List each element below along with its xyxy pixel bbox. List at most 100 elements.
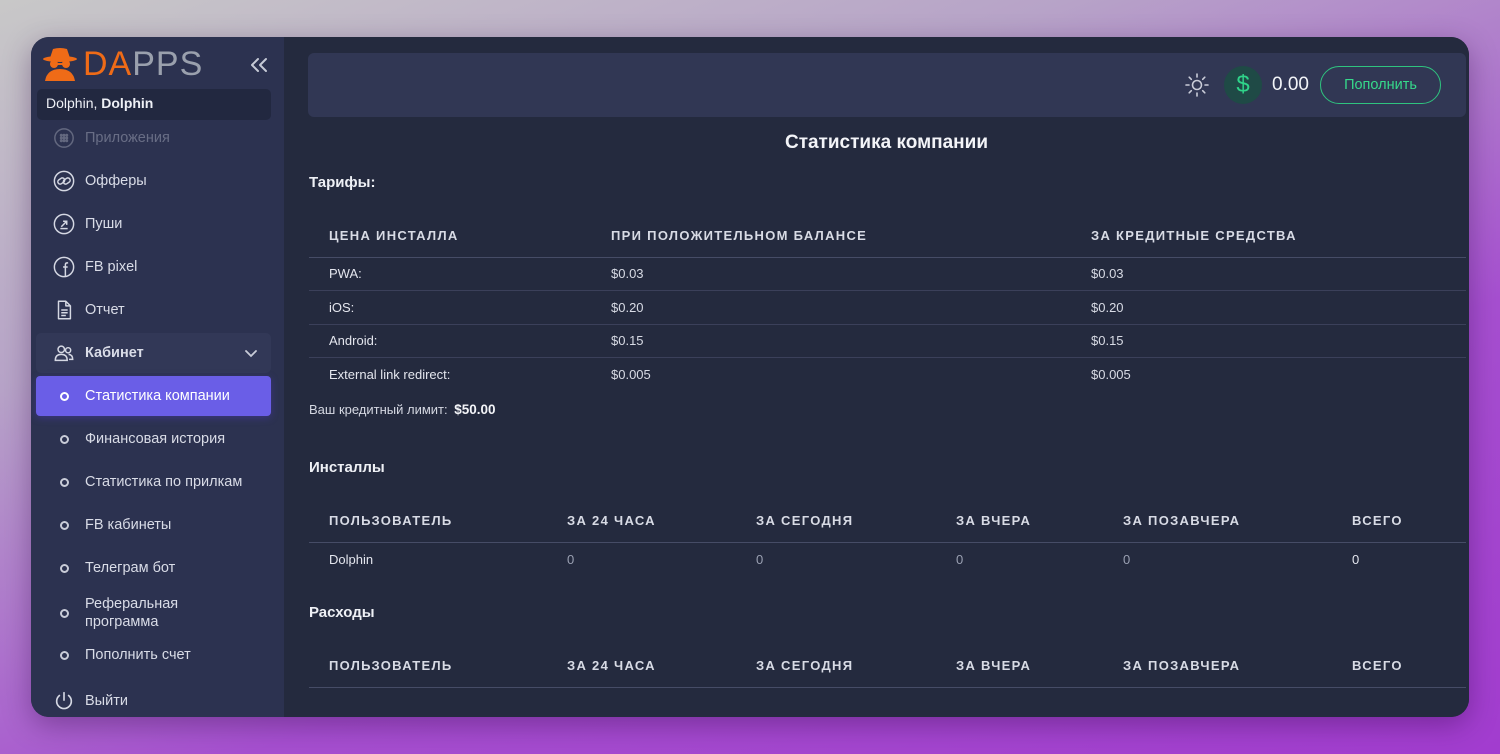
main-content: $ 0.00 Пополнить Статистика компании Тар…	[284, 37, 1469, 717]
column-header: За 24 часа	[547, 645, 736, 688]
sidebar-subitem-label: Статистика по прилкам	[85, 474, 243, 490]
sidebar-subitem-label: FB кабинеты	[85, 517, 172, 533]
column-header: За сегодня	[736, 500, 936, 543]
table-header-row: Пользователь За 24 часа За сегодня За вч…	[309, 500, 1466, 543]
table-cell: $0.005	[611, 367, 651, 382]
sidebar-item-label: Кабинет	[85, 345, 144, 361]
sidebar-subitem-label: Телеграм бот	[85, 560, 176, 576]
top-bar: $ 0.00 Пополнить	[308, 53, 1466, 117]
expenses-table: Пользователь За 24 часа За сегодня За вч…	[309, 645, 1466, 688]
table-cell: iOS:	[309, 290, 591, 325]
dollar-icon: $	[1224, 66, 1262, 104]
push-icon	[52, 212, 76, 236]
column-header: Всего	[1332, 645, 1466, 688]
sidebar-subitem-label: Статистика компании	[85, 388, 230, 404]
user-account[interactable]: Dolphin, Dolphin	[37, 89, 271, 120]
bullet-icon	[60, 434, 69, 444]
sidebar-subitem-fb-cabinets[interactable]: FB кабинеты	[36, 505, 271, 545]
sun-icon[interactable]	[1184, 72, 1210, 98]
sidebar-subitem-label: Пополнить счет	[85, 647, 191, 663]
installs-table: Пользователь За 24 часа За сегодня За вч…	[309, 500, 1466, 576]
facebook-icon	[52, 255, 76, 279]
sidebar-subitem-referral[interactable]: Реферальная программа	[36, 591, 271, 635]
table-cell: 0	[956, 551, 964, 567]
logo[interactable]: DAPPS	[39, 47, 203, 81]
sidebar-subitem-apps-stats[interactable]: Статистика по прилкам	[36, 462, 271, 502]
table-cell: $0.03	[1071, 257, 1466, 291]
logo-pps: PPS	[132, 45, 204, 83]
collapse-sidebar-icon[interactable]	[247, 53, 271, 77]
table-cell: Dolphin	[329, 551, 374, 567]
table-cell: PWA:	[309, 257, 591, 291]
sidebar-item-offers[interactable]: Офферы	[36, 161, 271, 201]
table-header-row: Пользователь За 24 часа За сегодня За вч…	[309, 645, 1466, 688]
sidebar-subitem-label: Финансовая история	[85, 431, 226, 447]
column-header: Пользователь	[309, 500, 547, 543]
sidebar-subitem-company-stats[interactable]: Статистика компании	[36, 376, 271, 416]
sidebar-subitem-label: Реферальная программа	[85, 596, 179, 630]
tariffs-table: Цена инсталла При положительном балансе …	[309, 215, 1466, 391]
bullet-icon	[60, 608, 69, 618]
credit-limit: Ваш кредитный лимит: $50.00	[309, 402, 496, 417]
column-header: Пользователь	[309, 645, 547, 688]
users-icon	[52, 341, 76, 365]
table-header-row: Цена инсталла При положительном балансе …	[309, 215, 1466, 258]
column-header: За позавчера	[1103, 645, 1332, 688]
sidebar-item-fb-pixel[interactable]: FB pixel	[36, 247, 271, 287]
grid-icon	[52, 126, 76, 150]
bullet-icon	[60, 520, 69, 530]
table-cell: $0.15	[591, 324, 1071, 358]
sidebar-subitem-telegram-bot[interactable]: Телеграм бот	[36, 548, 271, 588]
table-cell: $0.20	[1071, 290, 1466, 325]
table-row: Android: $0.15 $0.15	[309, 324, 1466, 358]
table-row: PWA: $0.03 $0.03	[309, 257, 1466, 291]
table-cell: $0.03	[591, 257, 1071, 291]
bullet-icon	[60, 563, 69, 573]
power-icon	[52, 689, 76, 713]
link-icon	[52, 169, 76, 193]
tariffs-title: Тарифы:	[309, 174, 376, 191]
balance-value: 0.00	[1272, 74, 1309, 95]
sidebar-item-pushes[interactable]: Пуши	[36, 204, 271, 244]
installs-title: Инсталлы	[309, 459, 385, 476]
sidebar-item-logout[interactable]: Выйти	[36, 681, 271, 717]
sidebar-subitem-topup[interactable]: Пополнить счет	[36, 635, 271, 675]
logo-da: DA	[83, 45, 133, 83]
table-row: External link redirect: $0.005 $0.005	[309, 358, 1466, 392]
chevron-down-icon	[243, 345, 259, 361]
expenses-title: Расходы	[309, 604, 375, 621]
sidebar-item-label: Офферы	[85, 173, 147, 189]
sidebar-item-label: Приложения	[85, 130, 170, 146]
topup-button[interactable]: Пополнить	[1320, 66, 1441, 104]
document-icon	[52, 298, 76, 322]
app-window: DAPPS Dolphin, Dolphin Приложения Офферы…	[31, 37, 1469, 717]
sidebar-item-cabinet[interactable]: Кабинет	[36, 333, 271, 373]
column-header: За вчера	[936, 500, 1103, 543]
bullet-icon	[60, 391, 69, 401]
table-cell: Android:	[309, 324, 591, 358]
user-company: Dolphin	[101, 95, 154, 111]
page-title: Статистика компании	[784, 132, 989, 153]
credit-limit-label: Ваш кредитный лимит:	[309, 402, 448, 417]
column-header: За кредитные средства	[1071, 215, 1466, 258]
table-cell: 0	[567, 551, 575, 567]
sidebar-item-label: FB pixel	[85, 259, 138, 275]
table-cell: 0	[756, 551, 764, 567]
column-header: При положительном балансе	[591, 215, 1071, 258]
table-cell: 0	[1123, 551, 1131, 567]
table-cell: $0.20	[591, 290, 1071, 325]
table-cell: $0.005	[1091, 367, 1131, 382]
sidebar-item-report[interactable]: Отчет	[36, 290, 271, 330]
column-header: За 24 часа	[547, 500, 736, 543]
table-row: Dolphin 0 0 0 0 0	[309, 542, 1466, 576]
table-cell: External link redirect:	[329, 367, 451, 382]
sidebar-item-label: Выйти	[85, 693, 128, 709]
bullet-icon	[60, 650, 69, 660]
sidebar-item-apps[interactable]: Приложения	[36, 118, 271, 158]
sidebar-subitem-finance-history[interactable]: Финансовая история	[36, 419, 271, 459]
credit-limit-value: $50.00	[454, 402, 496, 417]
column-header: Всего	[1332, 500, 1466, 543]
column-header: Цена инсталла	[309, 215, 591, 258]
column-header: За вчера	[936, 645, 1103, 688]
user-name: Dolphin,	[46, 95, 98, 111]
